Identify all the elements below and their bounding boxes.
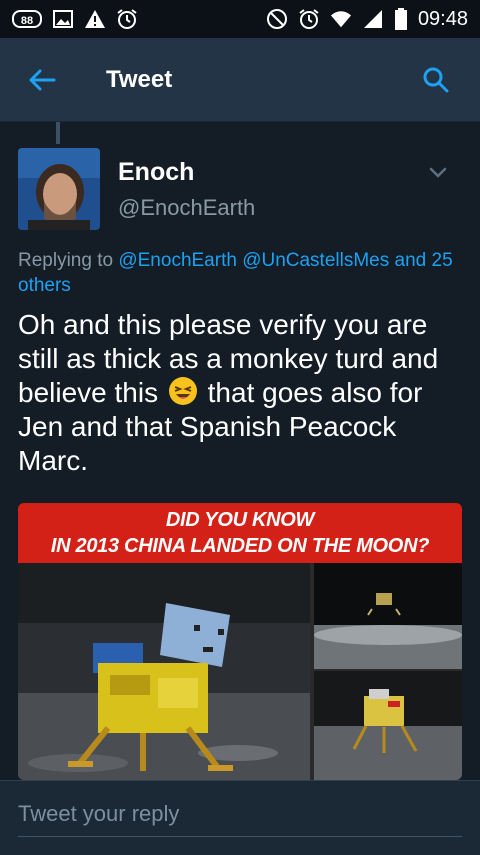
chevron-down-icon <box>429 167 447 178</box>
alarm-icon <box>116 8 138 30</box>
status-bar: 88 09:48 <box>0 0 480 38</box>
tweet-media-image[interactable]: DID YOU KNOW IN 2013 CHINA LANDED ON THE… <box>18 503 462 780</box>
arrow-left-icon <box>29 69 56 90</box>
image-icon <box>52 8 74 30</box>
avatar[interactable] <box>18 148 100 230</box>
search-icon <box>423 67 449 93</box>
more-options-button[interactable] <box>426 160 450 184</box>
reply-input[interactable] <box>18 792 462 837</box>
back-button[interactable] <box>22 60 62 100</box>
notification-count: 88 <box>21 15 33 27</box>
thread-connector-line <box>56 122 60 144</box>
tweet-text: Oh and this please verify you are still … <box>18 308 468 478</box>
media-banner-line1: DID YOU KNOW <box>165 509 315 531</box>
search-button[interactable] <box>416 60 456 100</box>
replying-to-prefix: Replying to <box>18 250 114 271</box>
author-handle[interactable]: @EnochEarth <box>118 195 255 221</box>
grinning-squinting-face-emoji <box>168 376 198 406</box>
battery-icon <box>394 8 408 30</box>
media-panel-bottom <box>314 671 462 780</box>
wifi-icon <box>330 8 352 30</box>
media-panel-main <box>18 563 310 780</box>
author-name[interactable]: Enoch <box>118 158 194 187</box>
signal-icon <box>362 8 384 30</box>
status-bar-left: 88 <box>12 8 138 30</box>
page-title: Tweet <box>106 65 173 93</box>
media-panel-top <box>314 563 462 669</box>
notification-badge-icon: 88 <box>12 8 42 30</box>
status-time: 09:48 <box>417 7 468 30</box>
media-banner-line2: IN 2013 CHINA LANDED ON THE MOON? <box>50 535 430 557</box>
media-banner: DID YOU KNOW IN 2013 CHINA LANDED ON THE… <box>18 503 462 563</box>
alarm-icon <box>298 8 320 30</box>
app-bar: Tweet <box>0 38 480 122</box>
replying-to: Replying to @EnochEarth @UnCastellsMes a… <box>18 248 468 298</box>
warning-icon <box>84 8 106 30</box>
status-bar-right: 09:48 <box>266 8 468 31</box>
do-not-disturb-icon <box>266 8 288 30</box>
